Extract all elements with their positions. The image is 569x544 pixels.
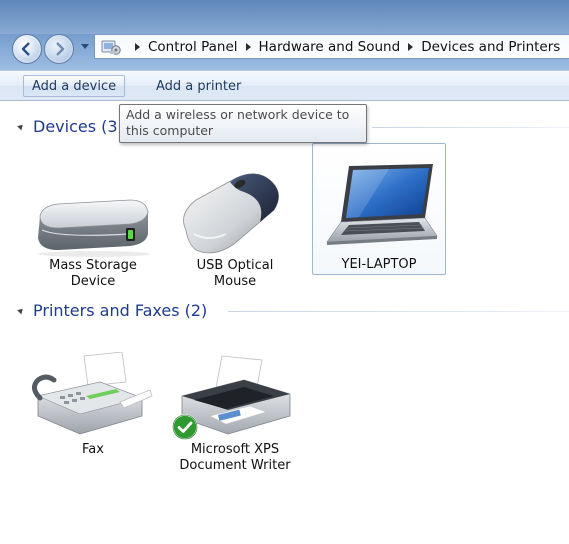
devices-group-header[interactable]: Devices (3) [17,117,124,136]
tooltip-line: Add a wireless or network device to [126,107,350,122]
device-label: Microsoft XPS [190,442,280,457]
forward-button[interactable] [44,34,74,64]
devices-group-title: Devices (3) [33,117,124,136]
device-label: Document Writer [179,458,291,473]
printers-group-header[interactable]: Printers and Faxes (2) [17,301,208,320]
device-mass-storage[interactable]: Mass Storage Device [22,170,164,292]
device-label: YEI-LAPTOP [341,257,417,272]
group-divider [372,127,569,128]
add-device-tooltip: Add a wireless or network device to this… [119,104,367,143]
recent-pages-dropdown-icon[interactable] [81,44,89,49]
device-usb-mouse[interactable]: USB Optical Mouse [164,166,306,292]
device-label: Device [70,274,116,289]
forward-arrow-icon [56,42,65,56]
device-yei-laptop[interactable]: YEI-LAPTOP [312,143,446,275]
device-label: Mass Storage [49,258,137,273]
tooltip-line: this computer [126,123,214,138]
breadcrumb-devices-and-printers[interactable]: Devices and Printers [421,39,560,55]
group-divider [228,311,569,312]
command-bar: Add a device Add a printer [0,70,569,101]
back-arrow-icon [21,42,30,56]
back-button[interactable] [12,34,42,64]
breadcrumb-hardware-and-sound[interactable]: Hardware and Sound [259,39,401,55]
breadcrumb-control-panel[interactable]: Control Panel [148,39,238,55]
titlebar-glass [0,0,569,34]
device-xps-writer[interactable]: Microsoft XPS Document Writer [164,352,306,478]
laptop-icon [326,164,438,245]
device-label: Mouse [213,274,257,289]
mass-storage-icon [38,199,150,257]
fax-icon [32,352,153,435]
add-device-button[interactable]: Add a device [23,75,126,97]
control-panel-icon [101,40,121,55]
printers-group-title: Printers and Faxes (2) [33,301,208,320]
collapse-triangle-icon[interactable] [17,122,25,131]
default-printer-check-icon [172,414,198,440]
collapse-triangle-icon[interactable] [17,306,25,315]
mouse-icon [183,173,279,254]
add-printer-button[interactable]: Add a printer [147,75,250,97]
breadcrumb-separator-icon [245,42,251,51]
address-bar[interactable]: Control Panel Hardware and Sound Devices… [94,34,569,59]
device-label: USB Optical [196,258,274,273]
device-fax[interactable]: Fax [22,352,164,464]
device-label: Fax [82,442,104,457]
breadcrumb-separator-icon [408,42,414,51]
breadcrumb-separator-icon [135,42,140,51]
window-titlebar: Control Panel Hardware and Sound Devices… [0,0,569,70]
